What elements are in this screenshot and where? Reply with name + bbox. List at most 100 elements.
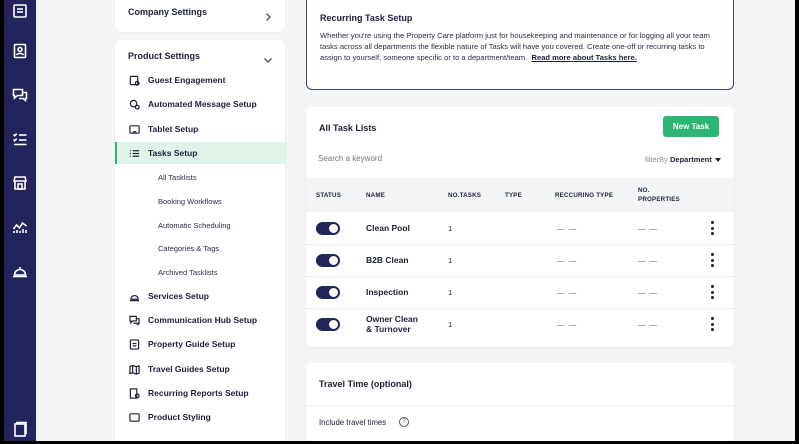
sidebar-item-label: Communication Hub Setup <box>148 315 258 325</box>
chevron-down-icon[interactable] <box>263 52 273 63</box>
row-properties: — — <box>638 256 659 265</box>
table-row[interactable]: Clean Pool 1 — — — — <box>306 212 734 245</box>
table-row[interactable]: B2B Clean 1 — — — — <box>306 244 734 277</box>
task-list-icon <box>128 147 140 159</box>
app-window: Company Settings Product Settings Guest … <box>4 0 795 441</box>
styling-icon <box>128 411 140 423</box>
subitem-categories-tags[interactable]: Categories & Tags <box>158 244 219 253</box>
chat-icon <box>128 314 140 326</box>
row-name[interactable]: Clean Pool <box>366 223 410 233</box>
sidebar-item-product-styling[interactable]: Product Styling <box>115 406 285 428</box>
sidebar-item-label: Services Setup <box>148 291 209 301</box>
col-name: NAME <box>366 192 386 199</box>
row-properties: — — <box>638 320 659 329</box>
company-settings-label: Company Settings <box>128 7 208 17</box>
reports-icon <box>128 387 140 399</box>
service-bell-icon[interactable] <box>11 262 29 280</box>
status-toggle[interactable] <box>316 318 340 331</box>
sidebar-item-label: Travel Guides Setup <box>148 364 230 374</box>
table-row[interactable]: Inspection 1 — — — — <box>306 276 734 309</box>
analytics-icon[interactable] <box>11 218 29 236</box>
settings-sidebar: Company Settings Product Settings Guest … <box>115 0 287 441</box>
sidebar-item-label: Automated Message Setup <box>148 99 257 109</box>
sidebar-item-services-setup[interactable]: Services Setup <box>115 285 285 307</box>
documents-icon[interactable] <box>11 420 29 438</box>
all-task-lists-card: All Task Lists New Task filterBy Departm… <box>306 107 734 347</box>
row-name[interactable]: B2B Clean <box>366 255 409 265</box>
product-settings-label[interactable]: Product Settings <box>128 51 200 61</box>
more-options-icon[interactable] <box>711 253 715 267</box>
help-icon[interactable]: ? <box>399 417 409 427</box>
more-options-icon[interactable] <box>711 285 715 299</box>
service-bell-icon <box>128 290 140 302</box>
row-task-count: 1 <box>448 224 453 233</box>
guest-settings-icon <box>128 74 140 86</box>
info-title: Recurring Task Setup <box>320 13 413 23</box>
list-icon[interactable] <box>11 2 29 20</box>
subitem-all-tasklists[interactable]: All Tasklists <box>158 173 197 182</box>
row-properties: — — <box>638 224 659 233</box>
status-toggle[interactable] <box>316 222 340 235</box>
sidebar-item-tablet-setup[interactable]: Tablet Setup <box>115 118 285 140</box>
sidebar-item-recurring-reports-setup[interactable]: Recurring Reports Setup <box>115 382 285 404</box>
row-recurring-type: — — <box>557 288 578 297</box>
filter-by-dropdown[interactable]: filterBy Department <box>645 155 721 164</box>
col-no-properties-line2: PROPERTIES <box>638 196 680 203</box>
row-name-line2[interactable]: & Turnover <box>366 324 411 334</box>
col-no-properties-line1: NO. <box>638 187 650 194</box>
travel-time-title: Travel Time (optional) <box>319 379 412 389</box>
col-type: TYPE <box>505 192 522 199</box>
caret-down-icon <box>714 158 721 163</box>
table-header: STATUS NAME NO.TASKS TYPE RECCURING TYPE… <box>306 178 734 212</box>
map-icon <box>128 363 140 375</box>
checklist-icon[interactable] <box>11 130 29 148</box>
tablet-icon <box>128 123 140 135</box>
status-toggle[interactable] <box>316 286 340 299</box>
sidebar-item-communication-hub-setup[interactable]: Communication Hub Setup <box>115 309 285 331</box>
row-task-count: 1 <box>448 288 453 297</box>
travel-time-card: Travel Time (optional) Include travel ti… <box>306 363 734 441</box>
sidebar-item-label: Product Styling <box>148 412 211 422</box>
row-name[interactable]: Inspection <box>366 287 409 297</box>
col-no-tasks: NO.TASKS <box>448 192 482 199</box>
row-task-count: 1 <box>448 256 453 265</box>
row-task-count: 1 <box>448 320 453 329</box>
row-properties: — — <box>638 288 659 297</box>
sidebar-item-label: Recurring Reports Setup <box>148 388 249 398</box>
divider <box>306 405 734 406</box>
table-row[interactable]: Owner Clean & Turnover 1 — — — — <box>306 308 734 340</box>
more-options-icon[interactable] <box>711 221 715 235</box>
new-task-button[interactable]: New Task <box>663 116 719 137</box>
subitem-archived-tasklists[interactable]: Archived Tasklists <box>158 268 217 277</box>
recurring-task-info-card: Recurring Task Setup Whether you're usin… <box>306 0 734 90</box>
read-more-link[interactable]: Read more about Tasks here. <box>531 53 636 62</box>
store-icon[interactable] <box>11 174 29 192</box>
task-lists-title: All Task Lists <box>319 123 377 133</box>
sidebar-item-travel-guides-setup[interactable]: Travel Guides Setup <box>115 358 285 380</box>
sidebar-item-label: Tablet Setup <box>148 124 199 134</box>
sidebar-item-label: Property Guide Setup <box>148 339 236 349</box>
search-input[interactable] <box>318 154 518 163</box>
chat-icon[interactable] <box>11 86 29 104</box>
nav-rail <box>4 0 36 441</box>
subitem-booking-workflows[interactable]: Booking Workflows <box>158 197 222 206</box>
sidebar-item-automated-message-setup[interactable]: Automated Message Setup <box>115 93 285 115</box>
product-settings-card: Product Settings Guest Engagement Automa… <box>115 40 287 441</box>
status-toggle[interactable] <box>316 254 340 267</box>
col-recurring-type: RECCURING TYPE <box>555 192 614 199</box>
more-options-icon[interactable] <box>711 317 715 331</box>
row-recurring-type: — — <box>557 256 578 265</box>
info-description: Whether you're using the Property Care p… <box>320 31 710 63</box>
row-recurring-type: — — <box>557 320 578 329</box>
subitem-automatic-scheduling[interactable]: Automatic Scheduling <box>158 221 231 230</box>
sidebar-item-label: Tasks Setup <box>148 148 198 158</box>
sidebar-item-guest-engagement[interactable]: Guest Engagement <box>115 69 285 91</box>
sidebar-item-tasks-setup[interactable]: Tasks Setup <box>115 142 287 164</box>
row-name-line1[interactable]: Owner Clean <box>366 314 418 324</box>
include-travel-times-label: Include travel times <box>319 418 387 427</box>
chevron-right-icon[interactable] <box>263 9 273 21</box>
company-settings-card[interactable]: Company Settings <box>115 0 285 32</box>
automation-icon <box>128 98 140 110</box>
contacts-icon[interactable] <box>11 42 29 60</box>
sidebar-item-property-guide-setup[interactable]: Property Guide Setup <box>115 333 285 355</box>
